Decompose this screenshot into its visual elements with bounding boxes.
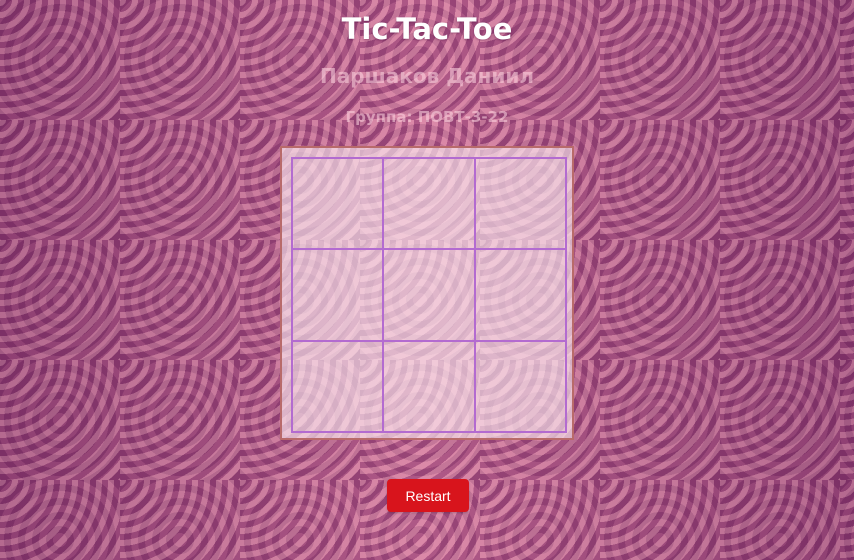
board-cell-1[interactable] <box>292 158 384 250</box>
game-board <box>291 157 567 433</box>
author-name: Паршаков Даниил <box>319 64 535 88</box>
page-title: Tic-Tac-Toe <box>341 12 513 46</box>
board-cell-8[interactable] <box>383 340 475 432</box>
board-cell-9[interactable] <box>474 340 566 432</box>
group-label: Группа: ПОВТ-3-22 <box>345 108 509 126</box>
board-cell-4[interactable] <box>292 249 384 341</box>
board-cell-3[interactable] <box>474 158 566 250</box>
board-cell-7[interactable] <box>292 340 384 432</box>
board-cell-5[interactable] <box>383 249 475 341</box>
board-cell-6[interactable] <box>474 249 566 341</box>
restart-button[interactable]: Restart <box>387 479 469 512</box>
board-cell-2[interactable] <box>383 158 475 250</box>
board-frame <box>280 146 574 440</box>
